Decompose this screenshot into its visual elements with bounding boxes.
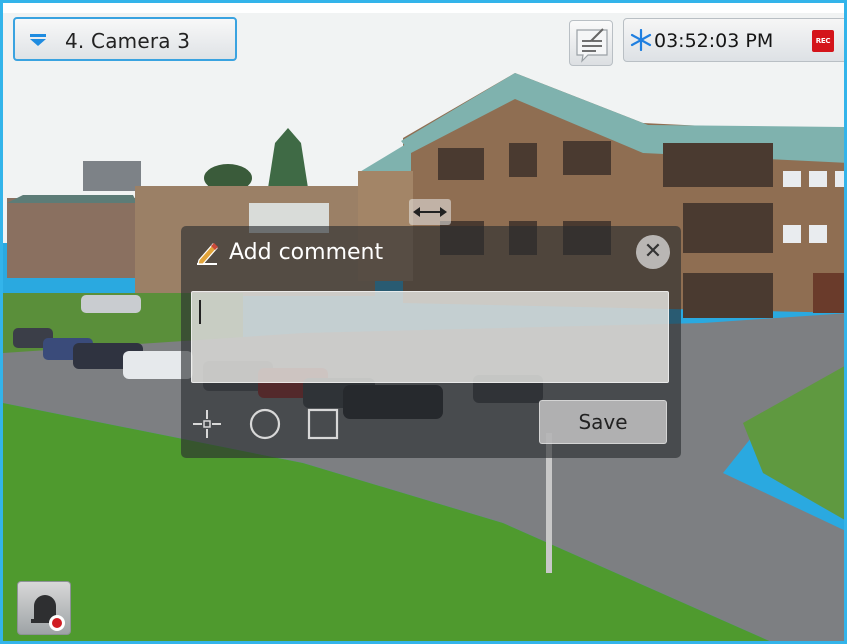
dialog-title: Add comment — [229, 240, 384, 265]
rectangle-icon[interactable] — [305, 406, 341, 442]
save-button[interactable]: Save — [539, 400, 667, 444]
point-icon[interactable] — [189, 406, 225, 442]
camera-viewport[interactable]: 4. Camera 3 03:52:03 PM REC Add comment … — [0, 0, 847, 644]
camera-selector-label: 4. Camera 3 — [65, 29, 191, 53]
comment-note-icon — [576, 28, 608, 63]
close-icon: ✕ — [643, 239, 663, 264]
current-time: 03:52:03 PM — [654, 30, 774, 52]
comment-text-input[interactable] — [191, 291, 669, 383]
camera-selector-button[interactable]: 4. Camera 3 — [13, 17, 237, 61]
alarm-button[interactable] — [17, 581, 71, 635]
horizontal-arrows-icon — [413, 207, 447, 217]
snowflake-icon[interactable] — [630, 29, 652, 51]
close-dialog-button[interactable]: ✕ — [636, 235, 670, 269]
text-caret — [199, 300, 201, 324]
time-status-panel[interactable]: 03:52:03 PM REC — [623, 18, 844, 62]
alarm-bell-icon — [31, 595, 65, 631]
add-comment-dialog: Add comment ✕ Save — [181, 226, 681, 458]
pencil-icon — [197, 243, 218, 265]
add-comment-button[interactable] — [569, 20, 613, 66]
resize-handle[interactable] — [409, 199, 451, 225]
chevron-down-icon — [30, 34, 46, 46]
circle-icon[interactable] — [247, 406, 283, 442]
rec-badge: REC — [812, 30, 834, 52]
